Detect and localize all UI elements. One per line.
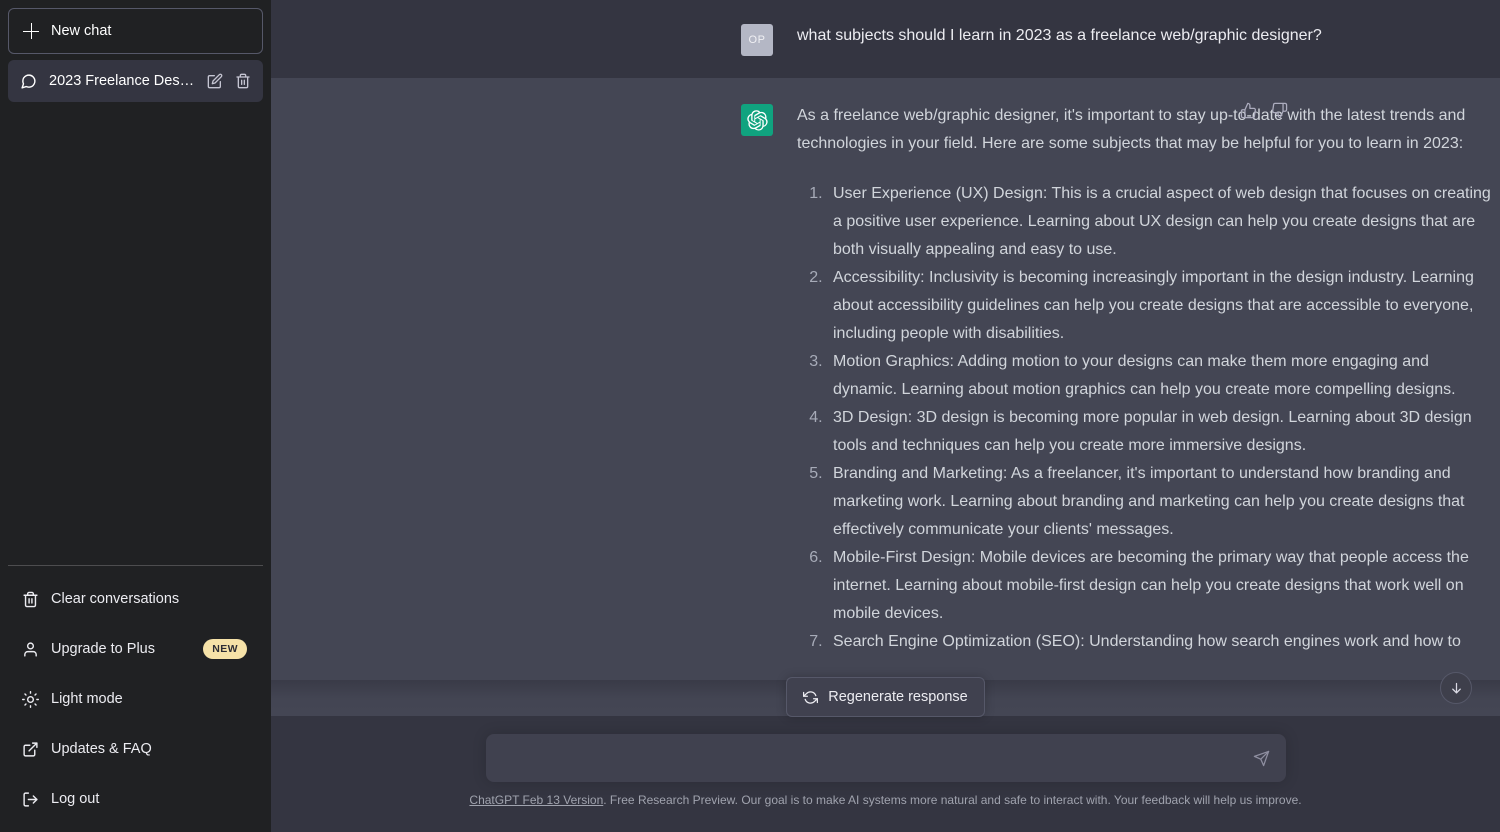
- sidebar-item-label: Light mode: [51, 691, 123, 707]
- sidebar-item-label: Updates & FAQ: [51, 741, 152, 757]
- pencil-icon[interactable]: [207, 73, 223, 89]
- conversation-title: 2023 Freelance Design: [49, 73, 195, 89]
- sidebar-item-upgrade-to-plus[interactable]: Upgrade to Plus NEW: [8, 624, 263, 674]
- openai-logo-icon: [741, 104, 773, 136]
- sidebar-item-label: Upgrade to Plus: [51, 641, 155, 657]
- disclaimer-text: . Free Research Preview. Our goal is to …: [603, 793, 1302, 807]
- arrow-down-icon: [1449, 681, 1464, 696]
- send-icon: [1253, 750, 1270, 767]
- user-message-row: OP what subjects should I learn in 2023 …: [271, 0, 1500, 78]
- refresh-icon: [803, 690, 819, 705]
- trash-icon[interactable]: [235, 73, 251, 89]
- regenerate-response-label: Regenerate response: [828, 689, 968, 705]
- send-button[interactable]: [1248, 744, 1276, 772]
- sidebar-item-clear-conversations[interactable]: Clear conversations: [8, 574, 263, 624]
- user-message-text: what subjects should I learn in 2023 as …: [797, 22, 1497, 56]
- sidebar-item-label: Clear conversations: [51, 591, 180, 607]
- sun-icon: [22, 690, 39, 708]
- assistant-ordered-list: User Experience (UX) Design: This is a c…: [797, 180, 1497, 656]
- sidebar: New chat 2023 Freelance Design Clear con…: [0, 0, 271, 832]
- list-item: Search Engine Optimization (SEO): Unders…: [827, 628, 1497, 656]
- sidebar-item-light-mode[interactable]: Light mode: [8, 674, 263, 724]
- list-item: Branding and Marketing: As a freelancer,…: [827, 460, 1497, 544]
- version-link[interactable]: ChatGPT Feb 13 Version: [469, 793, 603, 807]
- new-chat-label: New chat: [51, 23, 112, 39]
- list-item: Mobile-First Design: Mobile devices are …: [827, 544, 1497, 628]
- user-icon: [22, 641, 39, 658]
- composer-area: Regenerate response ChatGPT Feb 13 Versi…: [271, 677, 1500, 832]
- sidebar-item-label: Log out: [51, 791, 100, 807]
- list-item: Motion Graphics: Adding motion to your d…: [827, 348, 1497, 404]
- regenerate-wrapper: Regenerate response: [271, 677, 1500, 717]
- sidebar-item-log-out[interactable]: Log out: [8, 774, 263, 824]
- chat-bubble-icon: [20, 73, 37, 90]
- thumbs-up-icon[interactable]: [1238, 100, 1259, 121]
- list-item: User Experience (UX) Design: This is a c…: [827, 180, 1497, 264]
- external-link-icon: [22, 741, 39, 758]
- message-input[interactable]: [485, 734, 1286, 782]
- sidebar-footer-menu: Clear conversations Upgrade to Plus NEW: [8, 565, 263, 824]
- message-feedback-controls: [1238, 100, 1290, 121]
- sidebar-item-updates-faq[interactable]: Updates & FAQ: [8, 724, 263, 774]
- regenerate-response-button[interactable]: Regenerate response: [786, 677, 985, 717]
- assistant-intro-paragraph: As a freelance web/graphic designer, it'…: [797, 107, 1466, 152]
- logout-icon: [22, 791, 39, 808]
- main-panel: OP what subjects should I learn in 2023 …: [271, 0, 1500, 832]
- user-message-paragraph: what subjects should I learn in 2023 as …: [797, 27, 1322, 44]
- thumbs-down-icon[interactable]: [1269, 100, 1290, 121]
- assistant-message-row: As a freelance web/graphic designer, it'…: [271, 78, 1500, 680]
- scroll-to-bottom-button[interactable]: [1440, 672, 1472, 704]
- avatar: OP: [741, 24, 773, 56]
- sidebar-conversation-item[interactable]: 2023 Freelance Design: [8, 60, 263, 102]
- plus-icon: [23, 23, 39, 39]
- chatgpt-app: New chat 2023 Freelance Design Clear con…: [0, 0, 1500, 832]
- trash-icon: [22, 591, 39, 608]
- list-item: Accessibility: Inclusivity is becoming i…: [827, 264, 1497, 348]
- list-item: 3D Design: 3D design is becoming more po…: [827, 404, 1497, 460]
- status-badge: NEW: [203, 639, 247, 659]
- new-chat-button[interactable]: New chat: [8, 8, 263, 54]
- message-input-wrapper: [485, 734, 1286, 782]
- footer-disclaimer: ChatGPT Feb 13 Version. Free Research Pr…: [469, 793, 1301, 807]
- assistant-message-text: As a freelance web/graphic designer, it'…: [797, 102, 1497, 656]
